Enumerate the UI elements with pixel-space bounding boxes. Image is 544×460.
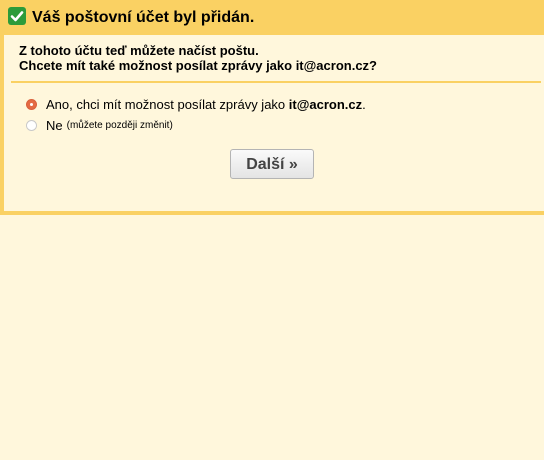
next-button[interactable]: Další »	[230, 149, 314, 179]
button-row: Další »	[4, 136, 544, 179]
option-no-label: Ne	[46, 118, 63, 133]
option-yes-label-suffix: .	[362, 97, 366, 112]
question-line-1: Z tohoto účtu teď můžete načíst poštu.	[19, 43, 259, 58]
option-yes-email: it@acron.cz	[288, 97, 363, 112]
question-line-2: Chcete mít také možnost posílat zprávy j…	[19, 58, 377, 73]
option-yes-label: Ano, chci mít možnost posílat zprávy jak…	[46, 97, 366, 112]
option-yes-label-text: Ano, chci mít možnost posílat zprávy jak…	[46, 97, 289, 112]
send-as-dialog: Váš poštovní účet byl přidán. Z tohoto ú…	[0, 0, 544, 215]
radio-yes[interactable]	[26, 99, 37, 110]
option-no[interactable]: Ne (můžete později změnit)	[26, 115, 544, 136]
radio-no[interactable]	[26, 120, 37, 131]
send-as-options: Ano, chci mít možnost posílat zprávy jak…	[4, 83, 544, 136]
dialog-header: Váš poštovní účet byl přidán.	[4, 0, 544, 35]
option-no-note: (můžete později změnit)	[66, 120, 173, 131]
check-icon	[8, 7, 26, 25]
option-yes[interactable]: Ano, chci mít možnost posílat zprávy jak…	[26, 94, 544, 115]
question-text: Z tohoto účtu teď můžete načíst poštu. C…	[4, 35, 544, 73]
dialog-title: Váš poštovní účet byl přidán.	[32, 8, 255, 26]
